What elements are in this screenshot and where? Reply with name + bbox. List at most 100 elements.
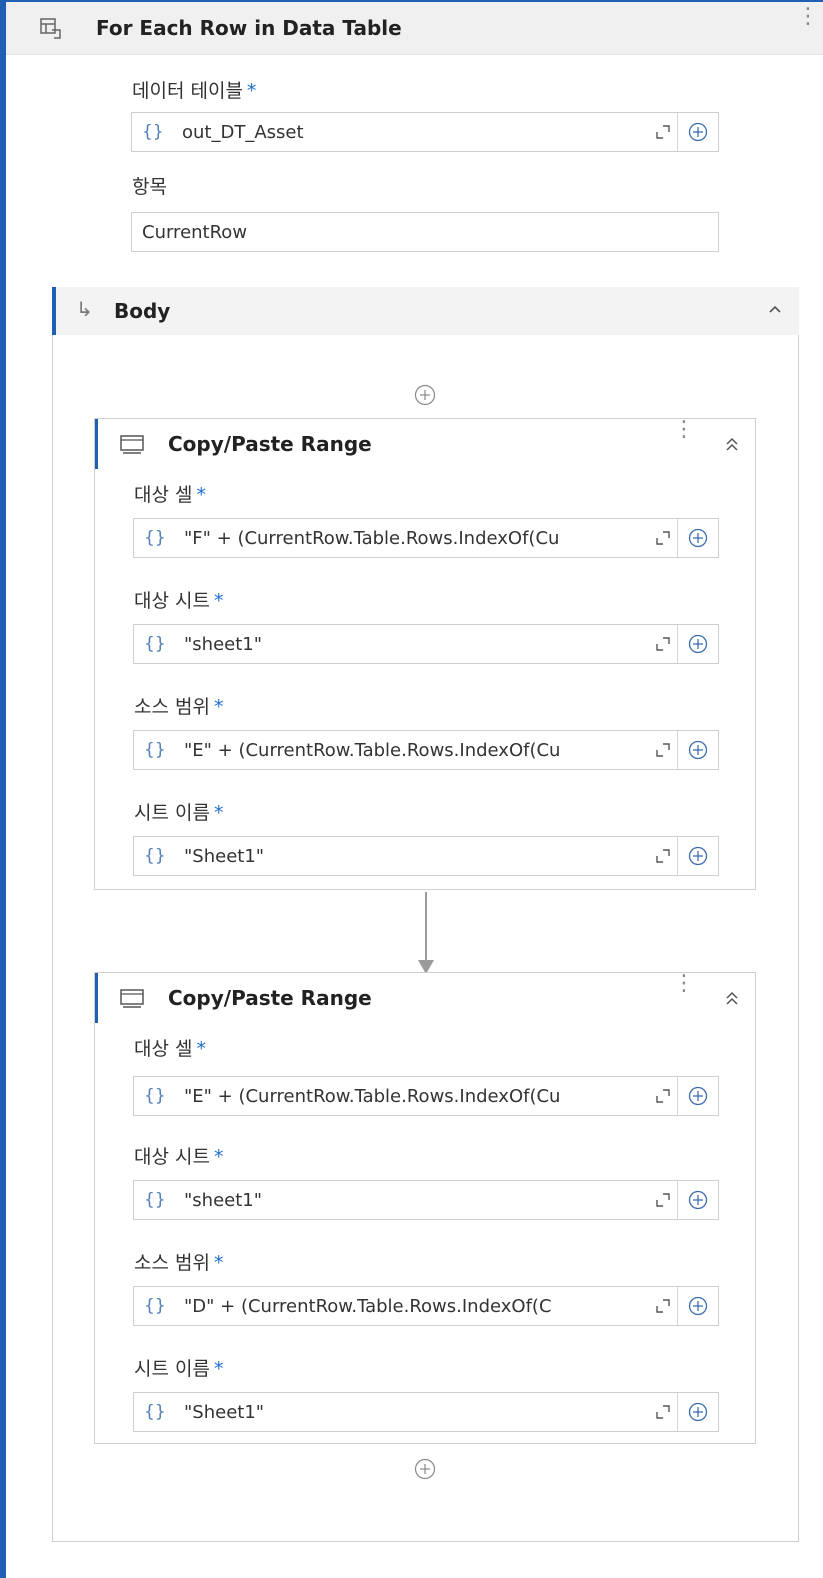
field-label: 시트 이름 *: [134, 1354, 223, 1381]
required-mark: *: [246, 80, 257, 102]
required-mark: *: [213, 1252, 224, 1274]
card-title: Copy/Paste Range: [168, 432, 372, 456]
required-mark: *: [213, 1358, 224, 1380]
item-input[interactable]: CurrentRow: [131, 212, 719, 252]
add-activity-icon[interactable]: [414, 1458, 436, 1480]
field-label: 소스 범위 *: [134, 1248, 223, 1275]
field-label-text: 대상 셀: [134, 1038, 193, 1060]
field-label-text: 대상 시트: [134, 590, 210, 612]
plus-menu-icon[interactable]: [688, 1190, 708, 1210]
target-cell-input[interactable]: {} "E" + (CurrentRow.Table.Rows.IndexOf(…: [133, 1076, 719, 1116]
double-chevron-up-icon[interactable]: [723, 989, 741, 1007]
excel-range-icon: [120, 435, 144, 454]
field-value: "Sheet1": [184, 846, 265, 867]
expand-editor-icon[interactable]: [656, 743, 670, 757]
field-label-text: 시트 이름: [134, 1358, 210, 1380]
divider: [677, 731, 678, 769]
field-label: 대상 셀 *: [134, 1034, 206, 1061]
target-sheet-input[interactable]: {} "sheet1": [133, 1180, 719, 1220]
datatable-label: 데이터 테이블 *: [132, 76, 256, 103]
expand-editor-icon[interactable]: [656, 1405, 670, 1419]
datatable-input[interactable]: {} out_DT_Asset: [131, 112, 719, 152]
plus-menu-icon[interactable]: [688, 528, 708, 548]
field-label: 대상 셀 *: [134, 480, 206, 507]
datatable-label-text: 데이터 테이블: [132, 80, 243, 102]
divider: [677, 1393, 678, 1431]
field-label-text: 대상 시트: [134, 1146, 210, 1168]
divider: [677, 1181, 678, 1219]
expression-icon: {}: [142, 122, 164, 142]
source-range-input[interactable]: {} "E" + (CurrentRow.Table.Rows.IndexOf(…: [133, 730, 719, 770]
source-range-input[interactable]: {} "D" + (CurrentRow.Table.Rows.IndexOf(…: [133, 1286, 719, 1326]
more-options-icon[interactable]: ⋮: [673, 419, 695, 441]
activity-title: For Each Row in Data Table: [96, 16, 402, 40]
body-title: Body: [114, 299, 171, 323]
required-mark: *: [213, 1146, 224, 1168]
field-value: "Sheet1": [184, 1402, 265, 1423]
plus-menu-icon[interactable]: [688, 1296, 708, 1316]
expression-icon: {}: [144, 528, 166, 548]
field-value: "F" + (CurrentRow.Table.Rows.IndexOf(Cu: [184, 528, 560, 549]
more-options-icon[interactable]: ⋮: [797, 6, 819, 28]
field-label-text: 소스 범위: [134, 696, 210, 718]
card-title: Copy/Paste Range: [168, 986, 372, 1010]
field-label: 대상 시트 *: [134, 1142, 223, 1169]
field-label: 대상 시트 *: [134, 586, 223, 613]
plus-menu-icon[interactable]: [688, 1086, 708, 1106]
expand-editor-icon[interactable]: [656, 1299, 670, 1313]
expression-icon: {}: [144, 1296, 166, 1316]
expression-icon: {}: [144, 1086, 166, 1106]
field-label-text: 대상 셀: [134, 484, 193, 506]
field-value: "E" + (CurrentRow.Table.Rows.IndexOf(Cu: [184, 740, 561, 761]
expand-editor-icon[interactable]: [656, 637, 670, 651]
plus-menu-icon[interactable]: [688, 122, 708, 142]
datatable-value: out_DT_Asset: [182, 122, 304, 143]
sheet-name-input[interactable]: {} "Sheet1": [133, 836, 719, 876]
expand-editor-icon[interactable]: [656, 1193, 670, 1207]
plus-menu-icon[interactable]: [688, 1402, 708, 1422]
add-activity-icon[interactable]: [414, 384, 436, 406]
divider: [677, 837, 678, 875]
more-options-icon[interactable]: ⋮: [673, 973, 695, 995]
field-label: 시트 이름 *: [134, 798, 223, 825]
table-loop-icon: [40, 18, 61, 39]
required-mark: *: [213, 802, 224, 824]
expression-icon: {}: [144, 634, 166, 654]
divider: [677, 113, 678, 151]
expand-editor-icon[interactable]: [656, 1089, 670, 1103]
field-label: 소스 범위 *: [134, 692, 223, 719]
target-sheet-input[interactable]: {} "sheet1": [133, 624, 719, 664]
body-arrow-icon: ↳: [76, 297, 93, 321]
double-chevron-up-icon[interactable]: [723, 435, 741, 453]
required-mark: *: [196, 484, 206, 506]
field-label-text: 시트 이름: [134, 802, 210, 824]
field-value: "sheet1": [184, 634, 263, 655]
divider: [677, 625, 678, 663]
field-value: "sheet1": [184, 1190, 263, 1211]
expression-icon: {}: [144, 846, 166, 866]
expand-editor-icon[interactable]: [656, 531, 670, 545]
card-header[interactable]: Copy/Paste Range ⋮: [95, 419, 755, 469]
divider: [677, 1287, 678, 1325]
plus-menu-icon[interactable]: [688, 740, 708, 760]
expression-icon: {}: [144, 740, 166, 760]
plus-menu-icon[interactable]: [688, 634, 708, 654]
excel-range-icon: [120, 989, 144, 1008]
body-header[interactable]: ↳ Body: [52, 287, 799, 335]
expand-editor-icon[interactable]: [656, 849, 670, 863]
expression-icon: {}: [144, 1402, 166, 1422]
sequence-connector: [425, 892, 427, 964]
plus-menu-icon[interactable]: [688, 846, 708, 866]
field-value: "D" + (CurrentRow.Table.Rows.IndexOf(C: [184, 1296, 552, 1317]
required-mark: *: [213, 590, 224, 612]
collapse-chevron-icon[interactable]: [767, 301, 783, 317]
required-mark: *: [196, 1038, 206, 1060]
target-cell-input[interactable]: {} "F" + (CurrentRow.Table.Rows.IndexOf(…: [133, 518, 719, 558]
field-value: "E" + (CurrentRow.Table.Rows.IndexOf(Cu: [184, 1086, 561, 1107]
item-label: 항목: [132, 176, 167, 198]
item-value: CurrentRow: [142, 222, 248, 243]
card-header[interactable]: Copy/Paste Range ⋮: [95, 973, 755, 1023]
expand-editor-icon[interactable]: [656, 125, 670, 139]
activity-header[interactable]: For Each Row in Data Table ⋮: [6, 2, 823, 55]
sheet-name-input[interactable]: {} "Sheet1": [133, 1392, 719, 1432]
